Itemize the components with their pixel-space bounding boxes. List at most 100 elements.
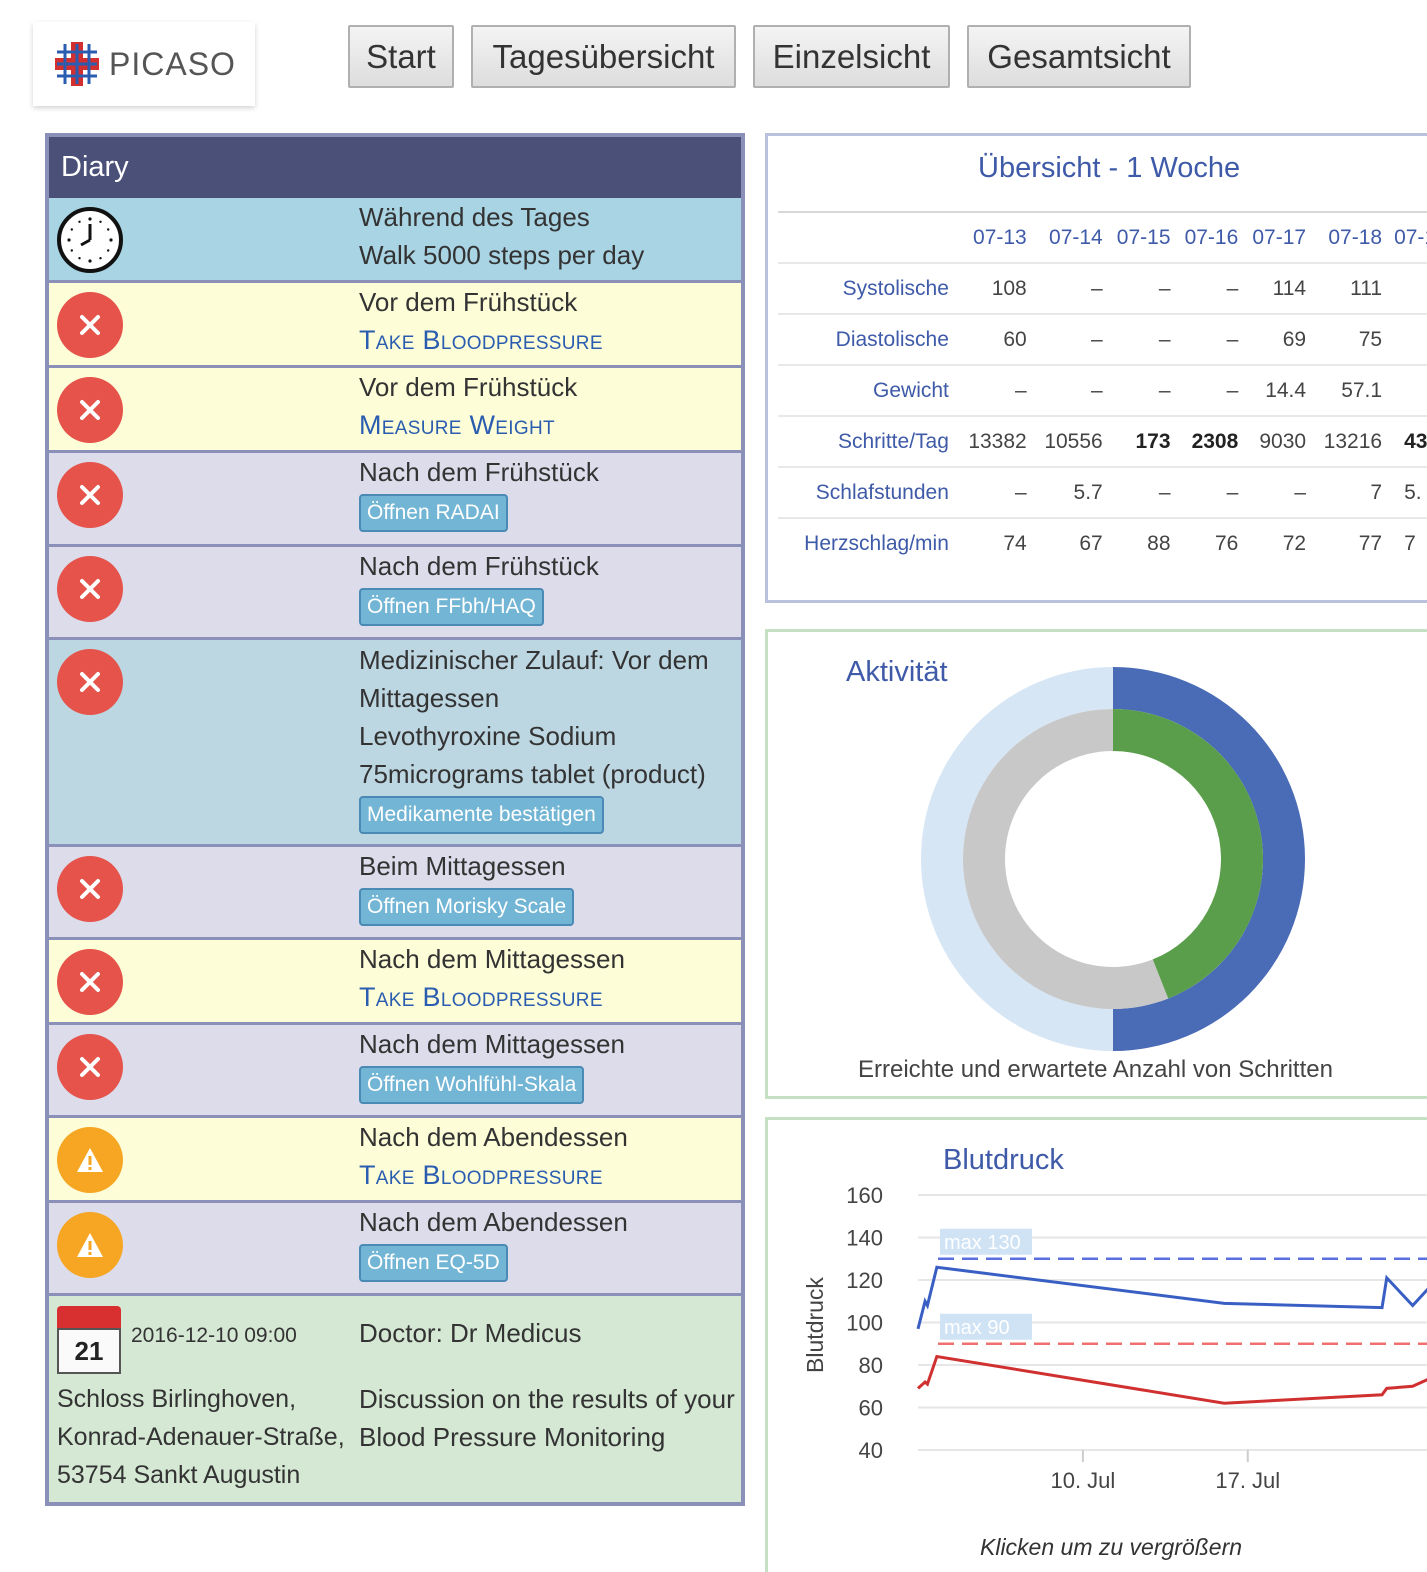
nav-tagesuebersicht-button[interactable]: Tagesübersicht <box>471 25 736 88</box>
calendar-icon: 21 <box>57 1306 121 1374</box>
table-cell: 76 <box>1176 517 1245 569</box>
table-cell: – <box>1108 466 1177 518</box>
table-cell: 10556 <box>1032 415 1109 467</box>
overview-title: Übersicht - 1 Woche <box>978 152 1241 184</box>
table-cell: 13216 <box>1312 415 1389 467</box>
nav-einzelsicht-button[interactable]: Einzelsicht <box>753 25 950 88</box>
x-icon <box>57 292 123 358</box>
activity-panel[interactable]: Aktivität Erreichte und erwartete Anzahl… <box>765 629 1427 1099</box>
diary-row[interactable]: Nach dem Mittagessen Öffnen Wohlfühl-Ska… <box>49 1025 741 1118</box>
diary-row[interactable]: Nach dem Abendessen Take Bloodpressure <box>49 1118 741 1203</box>
take-bloodpressure-link[interactable]: Take Bloodpressure <box>359 321 737 359</box>
appointment-datetime: 2016-12-10 09:00 <box>131 1324 297 1347</box>
table-cell: 114 <box>1244 262 1313 314</box>
table-cell: – <box>1032 262 1109 314</box>
table-cell <box>1388 262 1427 314</box>
row-time: Vor dem Frühstück <box>359 372 578 402</box>
clock-icon <box>57 207 123 273</box>
open-ffbh-haq-button[interactable]: Öffnen FFbh/HAQ <box>359 588 544 626</box>
x-tick-label: 10. Jul <box>1050 1468 1115 1493</box>
diary-row[interactable]: Vor dem Frühstück Measure Weight <box>49 368 741 453</box>
table-cell: 72 <box>1244 517 1313 569</box>
threshold-label: max 130 <box>944 1232 1021 1254</box>
x-icon <box>57 856 123 922</box>
take-bloodpressure-link[interactable]: Take Bloodpressure <box>359 978 737 1016</box>
activity-caption: Erreichte und erwartete Anzahl von Schri… <box>858 1056 1333 1083</box>
table-cell: – <box>1176 364 1245 416</box>
bloodpressure-line-chart[interactable]: 160 140 120 100 80 60 40 Blutdruck 10. Jul 17. Ju… <box>768 1120 1427 1572</box>
table-cell: – <box>1176 262 1245 314</box>
row-time-line: 75micrograms tablet (product) <box>359 759 706 789</box>
y-tick-label: 160 <box>846 1183 883 1208</box>
measure-weight-link[interactable]: Measure Weight <box>359 406 737 444</box>
diary-row[interactable]: Vor dem Frühstück Take Bloodpressure <box>49 283 741 368</box>
warning-icon <box>57 1127 123 1193</box>
table-cell: 75 <box>1312 313 1389 365</box>
table-cell: 57.1 <box>1312 364 1389 416</box>
table-cell: 14.4 <box>1244 364 1313 416</box>
table-cell: 67 <box>1032 517 1109 569</box>
table-cell: 108 <box>962 262 1033 314</box>
diary-title: Diary <box>49 137 741 198</box>
logo[interactable]: PICASO <box>33 22 255 106</box>
row-label: Diastolische <box>778 313 963 365</box>
overview-table: 07-13 07-14 07-15 07-16 07-17 07-18 07-1… <box>778 211 1427 569</box>
table-cell: – <box>1032 364 1109 416</box>
diary-row[interactable]: Nach dem Frühstück Öffnen RADAI <box>49 453 741 547</box>
row-time: Vor dem Frühstück <box>359 287 578 317</box>
table-row: Schritte/Tag 13382 10556 173 2308 9030 13216 43… <box>778 415 1427 467</box>
nav-start-button[interactable]: Start <box>348 25 454 88</box>
table-cell: – <box>1244 466 1313 518</box>
table-row: Systolische 108– – –114 111 <box>778 262 1427 314</box>
table-cell: – <box>1176 466 1245 518</box>
diary-row[interactable]: Nach dem Abendessen Öffnen EQ-5D <box>49 1203 741 1296</box>
table-cell: 9030 <box>1244 415 1313 467</box>
bloodpressure-footer[interactable]: Klicken um zu vergrößern <box>980 1534 1242 1561</box>
diary-row[interactable]: Nach dem Frühstück Öffnen FFbh/HAQ <box>49 547 741 640</box>
table-row: Diastolische 60– – –69 75 <box>778 313 1427 365</box>
y-tick-label: 120 <box>846 1268 883 1293</box>
confirm-medication-button[interactable]: Medikamente bestätigen <box>359 796 604 834</box>
overview-panel: Übersicht - 1 Woche 07-13 07-14 07-15 07… <box>765 133 1427 603</box>
date-header: 07-18 <box>1312 211 1389 263</box>
open-eq5d-button[interactable]: Öffnen EQ-5D <box>359 1244 508 1282</box>
row-time: Nach dem Frühstück <box>359 457 599 487</box>
y-tick-label: 100 <box>846 1311 883 1336</box>
nav-gesamtsicht-button[interactable]: Gesamtsicht <box>967 25 1191 88</box>
date-header: 07-15 <box>1108 211 1177 263</box>
diary-row[interactable]: Beim Mittagessen Öffnen Morisky Scale <box>49 847 741 940</box>
calendar-day: 21 <box>57 1328 121 1374</box>
table-cell <box>1388 364 1427 416</box>
table-cell: 173 <box>1108 415 1177 467</box>
table-cell: – <box>1108 262 1177 314</box>
bp-series-line-diastolic[interactable] <box>916 1354 1427 1405</box>
appointment-doctor: Doctor: Dr Medicus <box>359 1318 582 1348</box>
table-cell: – <box>962 364 1033 416</box>
diary-row[interactable]: Nach dem Mittagessen Take Bloodpressure <box>49 940 741 1025</box>
x-icon <box>57 1034 123 1100</box>
date-header: 07-17 <box>1244 211 1313 263</box>
y-axis-label: Blutdruck <box>802 1277 828 1373</box>
x-icon <box>57 377 123 443</box>
appointment-row[interactable]: 21 2016-12-10 09:00 Doctor: Dr Medicus S… <box>49 1296 741 1502</box>
take-bloodpressure-link[interactable]: Take Bloodpressure <box>359 1156 737 1194</box>
y-tick-label: 40 <box>859 1438 883 1463</box>
diary-row[interactable]: Während des Tages Walk 5000 steps per da… <box>49 198 741 283</box>
row-time: Nach dem Frühstück <box>359 551 599 581</box>
open-radai-button[interactable]: Öffnen RADAI <box>359 494 508 532</box>
x-icon <box>57 556 123 622</box>
table-cell: 88 <box>1108 517 1177 569</box>
activity-donut-chart[interactable] <box>918 664 1308 1054</box>
bloodpressure-panel[interactable]: Blutdruck 160 140 120 100 80 60 40 Blutdruck 10.… <box>765 1117 1427 1572</box>
x-icon <box>57 949 123 1015</box>
x-icon <box>57 649 123 715</box>
row-task: Walk 5000 steps per day <box>359 240 645 270</box>
diary-row[interactable]: Medizinischer Zulauf: Vor dem Mittagesse… <box>49 640 741 847</box>
address-line: Schloss Birlinghoven, <box>57 1385 297 1413</box>
row-time: Beim Mittagessen <box>359 851 566 881</box>
open-wellbeing-scale-button[interactable]: Öffnen Wohlfühl-Skala <box>359 1066 585 1104</box>
table-cell: – <box>962 466 1033 518</box>
open-morisky-scale-button[interactable]: Öffnen Morisky Scale <box>359 888 575 926</box>
table-cell: 69 <box>1244 313 1313 365</box>
row-time: Nach dem Abendessen <box>359 1207 628 1237</box>
